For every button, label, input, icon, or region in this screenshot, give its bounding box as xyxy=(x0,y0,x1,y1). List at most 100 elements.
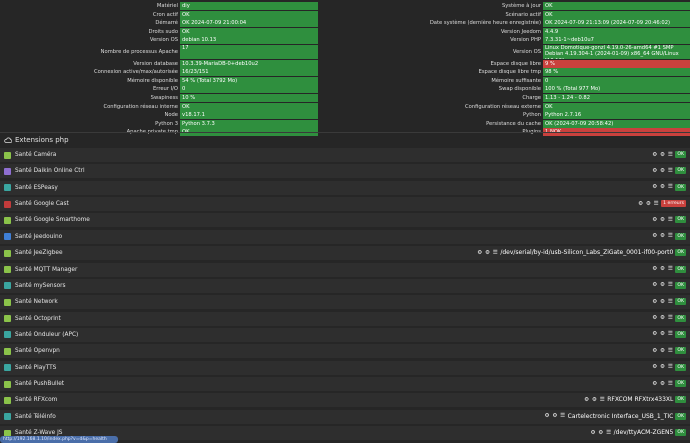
extension-name[interactable]: Santé JeeZigbee xyxy=(15,250,63,256)
status-badge[interactable]: OK xyxy=(675,232,686,240)
config-tools-icon[interactable]: ⚙ ⚙ ☰ xyxy=(652,266,673,272)
extension-row[interactable]: Santé mySensors ⚙ ⚙ ☰ OK xyxy=(0,278,690,293)
extension-name[interactable]: Santé Google Smarthome xyxy=(15,217,90,223)
extension-row[interactable]: Santé Téléinfo ⚙ ⚙ ☰ Cartelectronic Interf… xyxy=(0,409,690,424)
health-label: Erreur I/O xyxy=(153,86,178,93)
extension-name[interactable]: Santé Octoprint xyxy=(15,316,61,322)
config-tools-icon[interactable]: ⚙ ⚙ ☰ xyxy=(477,250,498,256)
extension-name[interactable]: Santé Network xyxy=(15,299,58,305)
plugin-icon xyxy=(4,364,11,372)
extension-name[interactable]: Santé Google Cast xyxy=(15,201,69,207)
extension-name[interactable]: Santé Caméra xyxy=(15,152,56,158)
health-row: Persistance du cache OK (2024-07-09 20:58… xyxy=(345,119,690,128)
health-value: OK xyxy=(543,102,690,111)
extension-row[interactable]: Santé MQTT Manager ⚙ ⚙ ☰ OK xyxy=(0,262,690,277)
health-row: Configuration réseau externe OK xyxy=(345,102,690,111)
health-label: Configuration réseau externe xyxy=(465,103,541,110)
status-badge[interactable]: OK xyxy=(675,265,686,273)
config-tools-icon[interactable]: ⚙ ⚙ ☰ xyxy=(652,184,673,190)
extension-row[interactable]: Santé RFXcom ⚙ ⚙ ☰ RFXCOM RFXtrx433XL OK xyxy=(0,393,690,408)
extension-row[interactable]: Santé PushBullet ⚙ ⚙ ☰ OK xyxy=(0,377,690,392)
extension-name[interactable]: Santé PushBullet xyxy=(15,381,64,387)
config-tools-icon[interactable]: ⚙ ⚙ ☰ xyxy=(652,315,673,321)
config-tools-icon[interactable]: ⚙ ⚙ ☰ xyxy=(584,397,605,403)
health-label: Connexion active/max/autorisée xyxy=(94,69,178,76)
extension-row[interactable]: Santé Network ⚙ ⚙ ☰ OK xyxy=(0,295,690,310)
config-tools-icon[interactable]: ⚙ ⚙ ☰ xyxy=(652,152,673,158)
extension-row[interactable]: Santé ESPeasy ⚙ ⚙ ☰ OK xyxy=(0,180,690,195)
plugin-icon xyxy=(4,413,11,421)
config-tools-icon[interactable]: ⚙ ⚙ ☰ xyxy=(652,381,673,387)
health-label: Espace disque libre tmp xyxy=(478,69,541,76)
health-value: debian 10.13 xyxy=(180,36,318,45)
status-badge[interactable]: OK xyxy=(675,363,686,371)
extension-name[interactable]: Santé MQTT Manager xyxy=(15,267,77,273)
health-row: Python 3 Python 3.7.3 xyxy=(0,119,318,128)
health-value: 0 xyxy=(180,85,318,94)
config-tools-icon[interactable]: ⚙ ⚙ ☰ xyxy=(652,217,673,223)
extension-row[interactable]: Santé PlayTTS ⚙ ⚙ ☰ OK xyxy=(0,360,690,375)
extension-name[interactable]: Santé Onduleur (APC) xyxy=(15,332,78,338)
extension-row[interactable]: Santé Onduleur (APC) ⚙ ⚙ ☰ OK xyxy=(0,327,690,342)
extension-name[interactable]: Santé Téléinfo xyxy=(15,414,56,420)
config-tools-icon[interactable]: ⚙ ⚙ ☰ xyxy=(652,364,673,370)
status-badge[interactable]: OK xyxy=(675,249,686,257)
status-badge[interactable]: OK xyxy=(675,412,686,420)
health-value: 1.13 - 1.24 - 0.82 xyxy=(543,93,690,102)
status-badge[interactable]: OK xyxy=(675,347,686,355)
extension-name[interactable]: Santé Daikin Online Ctrl xyxy=(15,168,85,174)
config-tools-icon[interactable]: ⚙ ⚙ ☰ xyxy=(652,233,673,239)
extension-row[interactable]: Santé Daikin Online Ctrl ⚙ ⚙ ☰ OK xyxy=(0,164,690,179)
extension-row[interactable]: Santé JeeZigbee ⚙ ⚙ ☰/dev/serial/by-id/us… xyxy=(0,246,690,261)
status-badge[interactable]: OK xyxy=(675,151,686,158)
extension-name[interactable]: Santé PlayTTS xyxy=(15,365,56,371)
config-tools-icon[interactable]: ⚙ ⚙ ☰ xyxy=(638,201,659,207)
extension-row[interactable]: Santé Caméra ⚙ ⚙ ☰ OK xyxy=(0,148,690,162)
extension-name[interactable]: Santé mySensors xyxy=(15,283,66,289)
extension-name[interactable]: Santé Openvpn xyxy=(15,348,60,354)
plugin-icon xyxy=(4,298,11,306)
health-value: Python 2.7.16 xyxy=(543,111,690,120)
status-badge[interactable]: OK xyxy=(675,167,686,175)
extension-row[interactable]: Santé Openvpn ⚙ ⚙ ☰ OK xyxy=(0,344,690,359)
extension-row[interactable]: Santé Google Cast ⚙ ⚙ ☰ 1 erreurs xyxy=(0,197,690,212)
config-tools-icon[interactable]: ⚙ ⚙ ☰ xyxy=(652,282,673,288)
health-row: Charge 1.13 - 1.24 - 0.82 xyxy=(345,93,690,102)
health-value: 4.4.9 xyxy=(543,27,690,36)
extension-actions: ⚙ ⚙ ☰ OK xyxy=(652,167,686,175)
extension-row[interactable]: Santé Google Smarthome ⚙ ⚙ ☰ OK xyxy=(0,213,690,228)
health-row: Date système (dernière heure enregistrée… xyxy=(345,19,690,28)
health-column-right: Système à jour OK Scénario actif OK Date sys… xyxy=(345,2,690,137)
config-tools-icon[interactable]: ⚙ ⚙ ☰ xyxy=(652,348,673,354)
config-tools-icon[interactable]: ⚙ ⚙ ☰ xyxy=(652,331,673,337)
config-tools-icon[interactable]: ⚙ ⚙ ☰ xyxy=(591,430,612,436)
status-badge[interactable]: OK xyxy=(675,429,686,437)
extension-name[interactable]: Santé Jeedouino xyxy=(15,234,62,240)
config-tools-icon[interactable]: ⚙ ⚙ ☰ xyxy=(652,168,673,174)
health-row: Version PHP 7.3.31-1~deb10u7 xyxy=(345,36,690,45)
config-tools-icon[interactable]: ⚙ ⚙ ☰ xyxy=(652,299,673,305)
extension-name[interactable]: Santé RFXcom xyxy=(15,397,57,403)
status-badge[interactable]: OK xyxy=(675,183,686,191)
health-row: Node v18.17.1 xyxy=(0,111,318,120)
status-badge[interactable]: OK xyxy=(675,298,686,306)
health-label: Python 3 xyxy=(155,120,178,127)
status-badge[interactable]: OK xyxy=(675,330,686,338)
status-badge[interactable]: OK xyxy=(675,380,686,388)
health-value: 98 % xyxy=(543,68,690,77)
extension-row[interactable]: Santé Octoprint ⚙ ⚙ ☰ OK xyxy=(0,311,690,326)
status-badge[interactable]: OK xyxy=(675,396,686,404)
status-badge[interactable]: 1 erreurs xyxy=(661,200,686,208)
status-badge[interactable]: OK xyxy=(675,314,686,322)
health-row: Démarré OK 2024-07-09 21:00:04 xyxy=(0,19,318,28)
health-label: Node xyxy=(164,112,178,119)
extension-actions: ⚙ ⚙ ☰/dev/serial/by-id/usb-Silicon_Labs_… xyxy=(477,249,686,257)
health-value: 100 % (Total 977 Mo) xyxy=(543,85,690,94)
extension-row[interactable]: Santé Jeedouino ⚙ ⚙ ☰ OK xyxy=(0,229,690,244)
extension-name[interactable]: Santé ESPeasy xyxy=(15,185,58,191)
status-badge[interactable]: OK xyxy=(675,216,686,224)
status-badge[interactable]: OK xyxy=(675,281,686,289)
health-row: Version database 10.3.39-MariaDB-0+deb10u… xyxy=(0,59,318,68)
health-value: diy xyxy=(180,2,318,10)
config-tools-icon[interactable]: ⚙ ⚙ ☰ xyxy=(545,413,566,419)
